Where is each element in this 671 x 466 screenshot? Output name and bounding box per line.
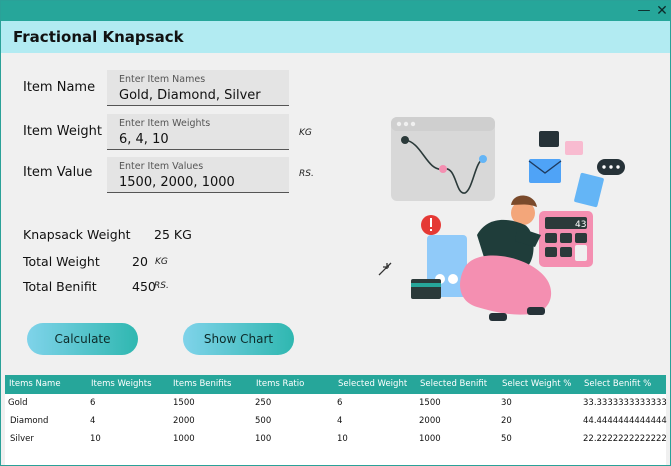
table-cell: 100 <box>255 434 272 444</box>
total-benefit-value: 450 <box>132 279 156 294</box>
alert-icon <box>421 215 441 235</box>
item-name-placeholder: Enter Item Names <box>119 74 206 85</box>
table-cell: 50 <box>501 434 512 444</box>
table-row[interactable]: Gold 6 1500 250 6 1500 30 33.33333333333… <box>5 395 667 413</box>
minimize-button[interactable]: — <box>635 2 653 20</box>
column-header[interactable]: Select Benifit % <box>584 379 651 389</box>
item-value-label: Item Value <box>23 165 93 180</box>
table-cell: 2000 <box>173 416 195 426</box>
total-weight-unit: KG <box>155 257 168 267</box>
table-cell: 1000 <box>419 434 441 444</box>
item-weight-unit: KG <box>299 128 312 138</box>
item-value-value[interactable]: 1500, 2000, 1000 <box>119 175 235 190</box>
table-cell: 44.4444444444444 <box>583 416 667 426</box>
table-cell: 10 <box>90 434 101 444</box>
column-header[interactable]: Select Weight % <box>502 379 571 389</box>
close-button[interactable]: ✕ <box>653 2 671 20</box>
column-header[interactable]: Selected Benifit <box>420 379 487 389</box>
calculator-icon: 43 <box>539 211 593 267</box>
table-cell: 1500 <box>419 398 441 408</box>
coin-icon <box>448 274 458 284</box>
page-title: Fractional Knapsack <box>13 28 184 46</box>
item-name-field[interactable]: Enter Item Names Gold, Diamond, Silver <box>107 70 289 106</box>
table-cell: Gold <box>8 398 28 408</box>
total-benefit-label: Total Benifit <box>23 279 97 294</box>
table-cell: 30 <box>501 398 512 408</box>
calculator-display: 43 <box>575 220 586 230</box>
column-header[interactable]: Items Benifits <box>173 379 231 389</box>
table-cell: 1000 <box>173 434 195 444</box>
show-chart-button[interactable]: Show Chart <box>183 323 294 355</box>
item-value-unit: RS. <box>299 169 314 179</box>
table-cell: 250 <box>255 398 272 408</box>
knapsack-weight-value: 25 KG <box>154 227 192 242</box>
table-row[interactable]: Diamond 4 2000 500 4 2000 20 44.44444444… <box>5 413 667 431</box>
total-weight-value: 20 <box>132 254 148 269</box>
table-cell: Diamond <box>10 416 49 426</box>
document-icon <box>574 172 604 208</box>
note-icon <box>539 131 559 147</box>
mail-icon <box>528 159 562 183</box>
item-value-placeholder: Enter Item Values <box>119 161 204 172</box>
table-row[interactable]: Silver 10 1000 100 10 1000 50 22.2222222… <box>5 431 667 449</box>
column-header[interactable]: Items Name <box>9 379 61 389</box>
table-cell: 22.2222222222222 <box>583 434 667 444</box>
table-cell: 10 <box>337 434 348 444</box>
chat-bubble-icon <box>597 159 625 175</box>
person-illustration <box>460 195 552 321</box>
table-cell: Silver <box>10 434 34 444</box>
item-weight-label: Item Weight <box>23 124 103 139</box>
item-weight-placeholder: Enter Item Weights <box>119 118 211 129</box>
credit-card-icon <box>411 279 441 299</box>
line-chart-card-icon <box>391 117 495 201</box>
item-name-label: Item Name <box>23 80 96 95</box>
sticky-note-icon <box>565 141 583 155</box>
calculate-button[interactable]: Calculate <box>27 323 138 355</box>
knapsack-weight-label: Knapsack Weight <box>23 227 131 242</box>
table-cell: 4 <box>90 416 96 426</box>
app-window: — ✕ Fractional Knapsack Item Name Enter … <box>0 0 671 466</box>
item-weight-field[interactable]: Enter Item Weights 6, 4, 10 <box>107 114 289 150</box>
table-cell: 33.3333333333333 <box>583 398 667 408</box>
results-table[interactable]: Items Name Items Weights Items Benifits … <box>5 375 667 465</box>
total-weight-label: Total Weight <box>23 254 100 269</box>
table-cell: 6 <box>337 398 343 408</box>
table-cell: 2000 <box>419 416 441 426</box>
item-value-field[interactable]: Enter Item Values 1500, 2000, 1000 <box>107 157 289 193</box>
table-cell: 500 <box>255 416 272 426</box>
app-header: Fractional Knapsack <box>1 21 670 53</box>
column-header[interactable]: Items Ratio <box>256 379 304 389</box>
item-name-value[interactable]: Gold, Diamond, Silver <box>119 88 261 103</box>
column-header[interactable]: Selected Weight <box>338 379 407 389</box>
table-cell: 20 <box>501 416 512 426</box>
table-cell: 4 <box>337 416 343 426</box>
table-cell: 6 <box>90 398 96 408</box>
table-cell: 1500 <box>173 398 195 408</box>
total-benefit-unit: RS. <box>154 281 169 291</box>
analytics-illustration: 43 <box>378 117 625 321</box>
title-bar[interactable]: — ✕ <box>1 1 670 21</box>
column-header[interactable]: Items Weights <box>91 379 152 389</box>
item-weight-value[interactable]: 6, 4, 10 <box>119 132 169 147</box>
table-header: Items Name Items Weights Items Benifits … <box>5 375 666 394</box>
sparkle-icon <box>378 262 392 276</box>
